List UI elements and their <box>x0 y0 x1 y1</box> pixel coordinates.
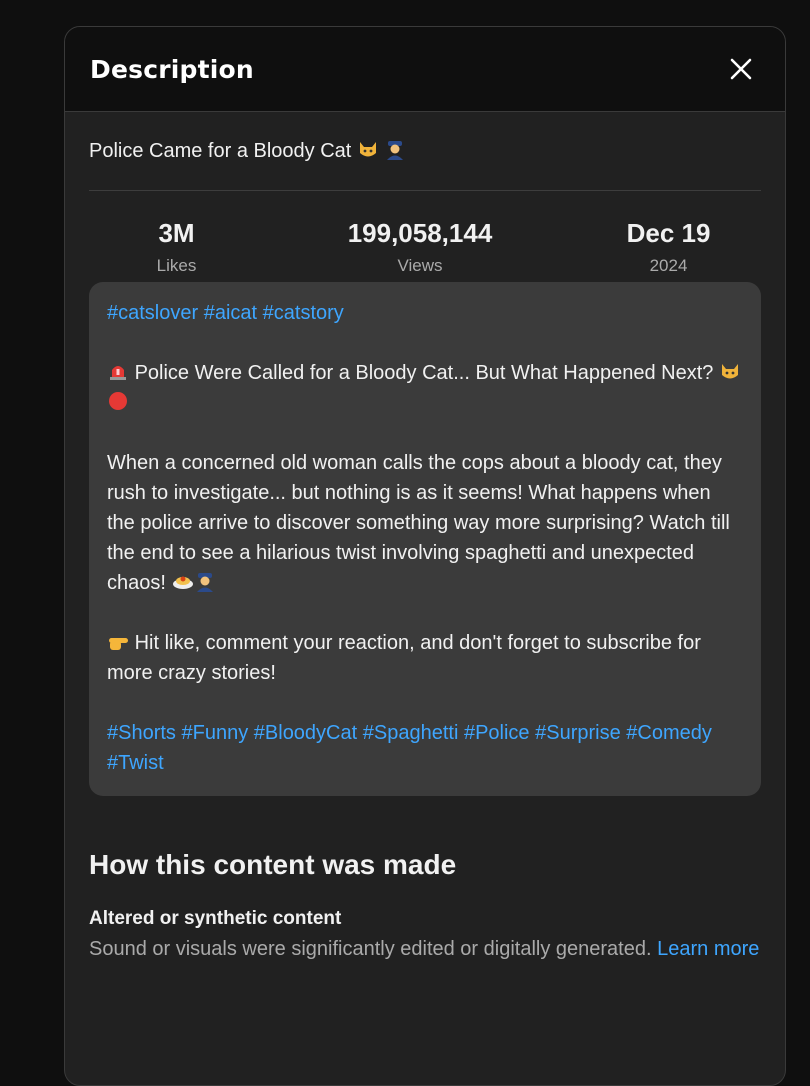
panel-body: Police Came for a Bloody Cat 3M Likes 19… <box>65 112 785 964</box>
panel-title: Description <box>90 54 254 84</box>
learn-more-link[interactable]: Learn more <box>657 938 759 960</box>
synthetic-description: Sound or visuals were significantly edit… <box>89 938 652 960</box>
police-officer-icon <box>384 138 406 160</box>
hashtag-link[interactable]: #Spaghetti <box>363 722 459 744</box>
headline-text: Police Were Called for a Bloody Cat... B… <box>134 362 714 384</box>
top-hashtags: #catslover #aicat #catstory <box>107 298 743 328</box>
hashtag-link[interactable]: #catslover <box>107 302 198 324</box>
pointing-hand-icon <box>107 630 129 652</box>
likes-stat: 3M Likes <box>89 218 264 282</box>
views-label: Views <box>397 256 443 275</box>
spaghetti-icon <box>172 570 194 592</box>
date-stat: Dec 19 2024 <box>576 218 761 282</box>
video-title: Police Came for a Bloody Cat <box>89 112 761 177</box>
description-cta: Hit like, comment your reaction, and don… <box>107 628 743 688</box>
date-value: Dec 19 <box>626 218 711 248</box>
siren-icon <box>107 360 129 382</box>
hashtag-link[interactable]: #Comedy <box>626 722 712 744</box>
cat-face-icon <box>719 360 741 382</box>
hashtag-link[interactable]: #Police <box>464 722 530 744</box>
description-body: When a concerned old woman calls the cop… <box>107 448 743 598</box>
hashtag-link[interactable]: #BloodyCat <box>254 722 357 744</box>
hashtag-link[interactable]: #Shorts <box>107 722 176 744</box>
date-year: 2024 <box>649 256 688 275</box>
description-headline: Police Were Called for a Bloody Cat... B… <box>107 358 743 418</box>
content-made-title: How this content was made <box>89 849 457 880</box>
cta-text: Hit like, comment your reaction, and don… <box>107 632 701 684</box>
close-icon <box>730 58 752 80</box>
police-officer-icon <box>194 570 216 592</box>
hashtag-link[interactable]: #Surprise <box>535 722 621 744</box>
hashtag-link[interactable]: #Twist <box>107 752 164 774</box>
description-panel: Description Police Came for a Bloody Cat <box>64 26 786 1086</box>
video-title-text: Police Came for a Bloody Cat <box>89 140 352 162</box>
likes-value: 3M <box>158 218 195 248</box>
stats-row: 3M Likes 199,058,144 Views Dec 19 2024 <box>89 191 761 282</box>
hashtag-link[interactable]: #catstory <box>263 302 344 324</box>
hashtag-link[interactable]: #aicat <box>204 302 257 324</box>
synthetic-content-text: Sound or visuals were significantly edit… <box>89 934 761 964</box>
views-stat: 199,058,144 Views <box>280 218 560 282</box>
red-circle-icon <box>107 390 129 412</box>
bottom-hashtags: #Shorts #Funny #BloodyCat #Spaghetti #Po… <box>107 718 743 778</box>
views-value: 199,058,144 <box>347 218 493 248</box>
cat-face-icon <box>357 138 379 160</box>
description-box: #catslover #aicat #catstory Police Were … <box>89 282 761 796</box>
likes-label: Likes <box>156 256 197 275</box>
synthetic-content-label: Altered or synthetic content <box>89 908 342 929</box>
panel-header: Description <box>65 27 785 112</box>
hashtag-link[interactable]: #Funny <box>182 722 249 744</box>
close-button[interactable] <box>721 49 761 89</box>
